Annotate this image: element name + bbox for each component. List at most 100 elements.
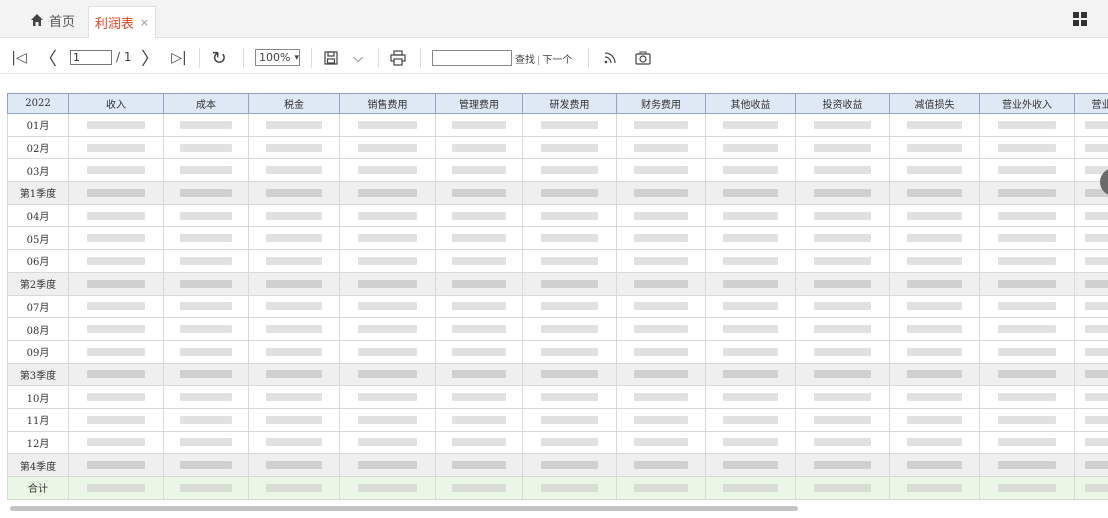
find-input[interactable] [432, 50, 512, 66]
redacted-value [906, 415, 963, 424]
table-cell [339, 181, 436, 205]
table-cell [705, 339, 796, 364]
camera-icon[interactable] [632, 46, 654, 70]
refresh-icon[interactable]: ↻ [208, 46, 230, 70]
redacted-value [633, 370, 689, 379]
print-icon[interactable] [386, 46, 410, 70]
table-cell [163, 430, 249, 455]
page-number-input[interactable] [70, 50, 112, 65]
redacted-value [997, 279, 1057, 288]
tab-home[interactable]: 首页 [30, 10, 75, 30]
find-button[interactable]: 查找 [515, 55, 535, 66]
horizontal-scrollbar[interactable] [10, 506, 798, 511]
redacted-value [540, 279, 599, 288]
table-row: 04月 [7, 203, 1108, 228]
table-cell [163, 249, 249, 273]
next-page-icon[interactable]: 〉 [140, 46, 160, 70]
redacted-value [358, 211, 417, 220]
column-header: 管理费用 [435, 93, 523, 114]
redacted-value [722, 438, 779, 447]
table-cell [163, 203, 249, 228]
column-header: 2022 [7, 93, 69, 114]
table-cell [979, 407, 1075, 432]
prev-page-icon[interactable]: 〈 [38, 46, 58, 70]
rss-icon[interactable] [600, 46, 620, 70]
table-cell [795, 203, 890, 228]
table-cell [705, 294, 796, 319]
table-cell [435, 158, 523, 183]
table-row: 第2季度 [7, 271, 1108, 296]
close-icon[interactable]: × [140, 16, 149, 29]
column-header: 研发费用 [522, 93, 617, 114]
table-cell [339, 249, 436, 273]
redacted-value [266, 256, 322, 265]
redacted-value [813, 461, 872, 470]
redacted-value [86, 370, 146, 379]
table-cell [795, 181, 890, 205]
table-cell [616, 158, 706, 183]
redacted-value [813, 370, 872, 379]
redacted-value [722, 370, 779, 379]
table-row: 第3季度 [7, 362, 1108, 387]
table-cell [435, 249, 523, 273]
redacted-value [633, 302, 689, 311]
table-cell [248, 203, 340, 228]
zoom-select[interactable]: 100% ▾ [255, 49, 300, 66]
table-cell [248, 339, 340, 364]
redacted-value [266, 370, 322, 379]
redacted-value [813, 120, 872, 129]
table-cell [616, 294, 706, 319]
table-cell [163, 407, 249, 432]
toolbar-divider [199, 48, 200, 68]
redacted-value [722, 461, 779, 470]
last-page-icon[interactable]: ▷| [168, 46, 190, 70]
table-cell [795, 294, 890, 319]
table-cell [795, 362, 890, 387]
toolbar-divider [420, 48, 421, 68]
table-cell [339, 385, 436, 409]
save-icon[interactable] [320, 46, 342, 70]
table-cell [248, 158, 340, 183]
first-page-icon[interactable]: |◁ [8, 46, 30, 70]
redacted-value [179, 461, 233, 470]
tab-profit-statement[interactable]: 利润表 × [88, 6, 156, 38]
redacted-value [86, 279, 146, 288]
redacted-value [540, 166, 599, 175]
table-cell [795, 453, 890, 477]
grid-menu-icon[interactable] [1073, 12, 1087, 26]
redacted-value [86, 120, 146, 129]
redacted-value [906, 393, 963, 402]
table-cell [248, 385, 340, 409]
table-row: 12月 [7, 430, 1108, 455]
redacted-value [358, 302, 417, 311]
redacted-value [1085, 325, 1108, 334]
table-cell [1074, 135, 1108, 160]
redacted-value [540, 234, 599, 243]
redacted-value [179, 211, 233, 220]
find-next-button[interactable]: 下一个 [542, 55, 572, 66]
table-cell [979, 249, 1075, 273]
redacted-value [266, 166, 322, 175]
redacted-value [1085, 234, 1108, 243]
redacted-value [813, 234, 872, 243]
redacted-value [997, 143, 1057, 152]
column-header: 成本 [163, 93, 249, 114]
table-cell [889, 203, 980, 228]
save-dropdown-icon[interactable]: ⌵ [348, 46, 368, 70]
table-cell [68, 249, 164, 273]
redacted-value [358, 483, 417, 492]
table-cell [339, 294, 436, 319]
table-cell [1074, 362, 1108, 387]
table-cell [1074, 430, 1108, 455]
table-cell [616, 453, 706, 477]
redacted-value [540, 188, 599, 197]
redacted-value [540, 325, 599, 334]
table-cell [795, 135, 890, 160]
redacted-value [997, 325, 1057, 334]
redacted-value [906, 234, 963, 243]
redacted-value [452, 279, 506, 288]
redacted-value [997, 461, 1057, 470]
table-cell [163, 476, 249, 500]
table-cell [68, 453, 164, 477]
redacted-value [633, 143, 689, 152]
